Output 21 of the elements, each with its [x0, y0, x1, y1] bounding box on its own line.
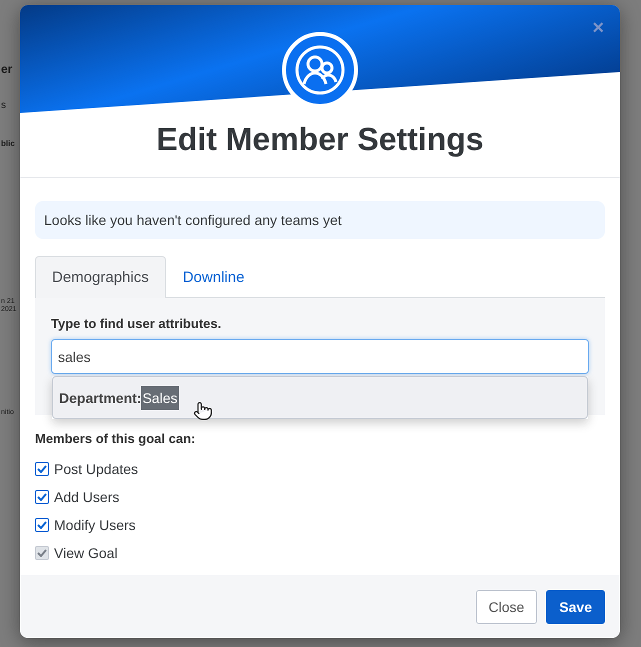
- suggestion-option[interactable]: Department:Sales: [52, 376, 588, 419]
- permissions-heading: Members of this goal can:: [35, 431, 196, 446]
- checkbox-label: Add Users: [54, 488, 120, 504]
- save-button[interactable]: Save: [546, 590, 605, 624]
- field-label: Type to find user attributes.: [51, 316, 222, 331]
- dialog-title: Edit Member Settings: [155, 121, 485, 158]
- background-text: s: [1, 100, 7, 111]
- hand-cursor-icon: [193, 401, 213, 421]
- checkbox[interactable]: [35, 490, 49, 504]
- checkbox-label: View Goal: [54, 544, 118, 560]
- close-button[interactable]: Close: [476, 590, 538, 624]
- attribute-search-field[interactable]: sales: [51, 339, 589, 374]
- tab[interactable]: Downline: [166, 256, 262, 298]
- background-text: er: [1, 62, 14, 76]
- checkbox-label: Post Updates: [54, 460, 138, 476]
- tab[interactable]: Demographics: [35, 256, 166, 298]
- checkbox[interactable]: [35, 518, 49, 532]
- checkbox[interactable]: [35, 462, 49, 476]
- info-notice: Looks like you haven't configured any teams yet: [35, 201, 605, 239]
- checkbox-label: Modify Users: [54, 516, 136, 532]
- background-text: blic: [1, 139, 16, 148]
